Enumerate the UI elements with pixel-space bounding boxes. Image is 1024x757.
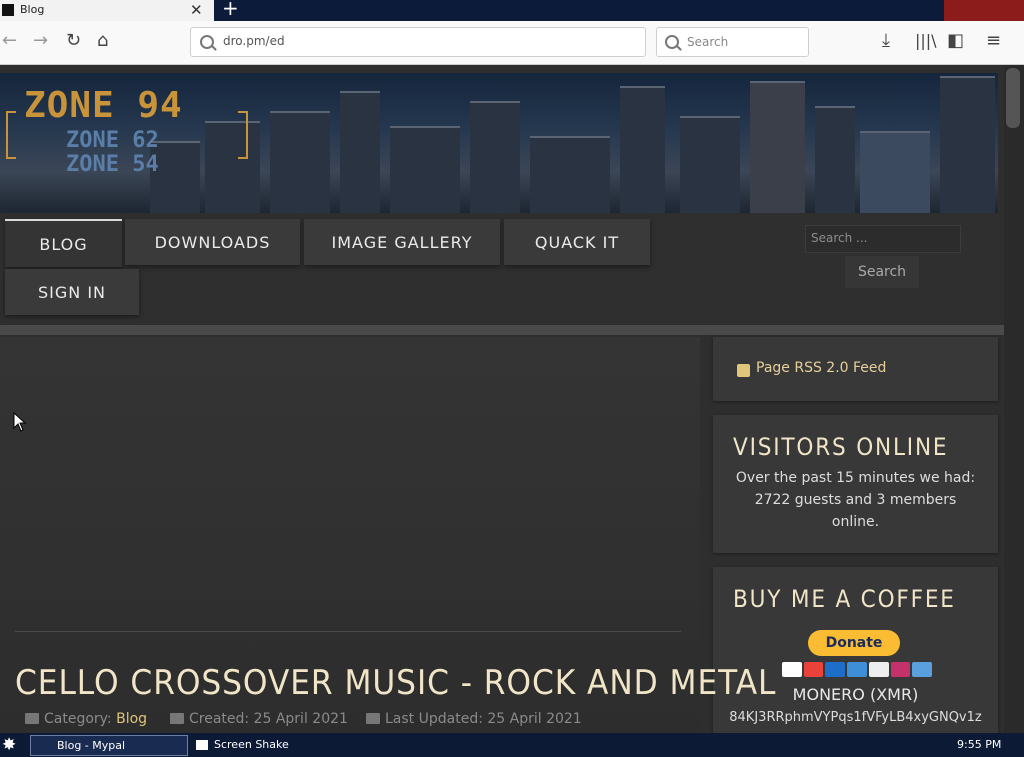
menu-label: QUACK IT [534,232,620,252]
logo-sub-text: ZONE 54 [66,152,159,177]
menu-icon[interactable]: ≡ [986,31,1001,51]
visitors-line: Over the past 15 minutes we had: [735,470,976,486]
site-search-input[interactable]: Search ... [805,225,961,253]
close-tab-icon[interactable]: ✕ [190,0,203,21]
site-banner: ZONE 94 ZONE 62 ZONE 54 [0,73,998,213]
download-icon[interactable]: ⤓ [882,31,890,51]
rss-icon [737,364,750,377]
rss-link[interactable]: Page RSS 2.0 Feed [756,360,886,376]
mouse-cursor-icon [13,412,27,432]
url-bar[interactable]: dro.pm/ed [190,27,646,57]
browser-search-placeholder: Search [687,35,729,49]
search-icon [665,35,679,49]
article-category: Category: Blog [25,711,147,727]
payment-cards-icon [782,662,933,677]
menu-item-quack-it[interactable]: QUACK IT [504,219,650,265]
site-search-button[interactable]: Search [845,256,919,288]
site-search-placeholder: Search ... [811,231,868,245]
url-text: dro.pm/ed [223,34,285,48]
article-updated: Last Updated: 25 April 2021 [366,711,582,727]
back-icon[interactable]: ← [2,31,17,51]
library-icon[interactable]: |||\ [915,31,937,51]
donate-button[interactable]: Donate [808,630,900,656]
scrollbar-thumb[interactable] [1006,68,1020,128]
visitors-panel: VISITORS ONLINE Over the past 15 minutes… [713,415,998,553]
category-link[interactable]: Blog [116,711,147,727]
site-logo[interactable]: ZONE 94 ZONE 62 ZONE 54 [6,85,248,185]
new-tab-icon[interactable]: + [222,0,239,19]
menu-item-image-gallery[interactable]: IMAGE GALLERY [304,219,500,265]
favicon-icon [2,4,14,16]
menu-item-downloads[interactable]: DOWNLOADS [125,219,300,265]
web-page: ZONE 94 ZONE 62 ZONE 54 BLOG DOWNLOADS I… [0,65,1004,733]
menu-label: IMAGE GALLERY [331,232,473,252]
menu-label: SIGN IN [37,282,106,302]
article-title[interactable]: CELLO CROSSOVER MUSIC - ROCK AND METAL [15,663,776,703]
created-date: Created: 25 April 2021 [189,711,348,727]
menu-label: DOWNLOADS [154,232,271,252]
window-icon [196,739,208,750]
taskbar-item-screen-shake[interactable]: Screen Shake [190,735,346,754]
taskbar-label: Screen Shake [214,738,289,751]
sidebar-icon[interactable]: ◧ [947,31,964,51]
tab-title: Blog [20,3,45,16]
menu-item-sign-in[interactable]: SIGN IN [5,269,139,315]
browser-tab[interactable]: Blog ✕ [0,0,214,21]
scrollbar[interactable] [1004,65,1024,733]
monero-address: 84KJ3RRphmVYPqs1fVFyLB4xyGNQv1z [729,710,982,725]
visitors-line: 2722 guests and 3 members [754,492,957,508]
coffee-panel: BUY ME A COFFEE Donate MONERO (XMR) 84KJ… [713,567,998,733]
article-divider [15,631,681,632]
logo-main-text: ZONE 94 [24,85,183,126]
updated-date: Last Updated: 25 April 2021 [385,711,582,727]
logo-sub-text: ZONE 62 [66,128,159,153]
category-label: Category: [44,711,112,727]
article-created: Created: 25 April 2021 [170,711,348,727]
tab-bar: Blog ✕ + [0,0,1024,21]
forward-icon[interactable]: → [33,31,48,51]
home-icon[interactable]: ⌂ [97,31,108,51]
calendar-icon [366,713,380,724]
menu-label: BLOG [39,234,88,254]
taskbar-item-browser[interactable]: Blog - Mypal [30,735,188,756]
folder-icon [25,713,39,724]
reload-icon[interactable]: ↻ [66,31,81,51]
browser-search-field[interactable]: Search [656,27,809,57]
start-icon[interactable]: ✸ [2,735,16,755]
clock: 9:55 PM [957,738,1002,751]
calendar-icon [170,713,184,724]
rss-panel: Page RSS 2.0 Feed [713,337,998,401]
title-bar-decoration [944,0,1024,21]
visitors-text: Over the past 15 minutes we had: 2722 gu… [713,467,998,533]
visitors-title: VISITORS ONLINE [733,433,949,461]
visitors-line: online. [831,514,880,530]
divider [0,325,1004,335]
menu-item-blog[interactable]: BLOG [5,219,122,267]
browser-toolbar: ← → ↻ ⌂ dro.pm/ed Search ⤓ |||\ ◧ ≡ [0,21,1024,65]
taskbar-label: Blog - Mypal [57,739,126,752]
coffee-title: BUY ME A COFFEE [733,585,956,613]
taskbar: ✸ Blog - Mypal Screen Shake 9:55 PM [0,733,1024,757]
search-icon [200,35,214,49]
